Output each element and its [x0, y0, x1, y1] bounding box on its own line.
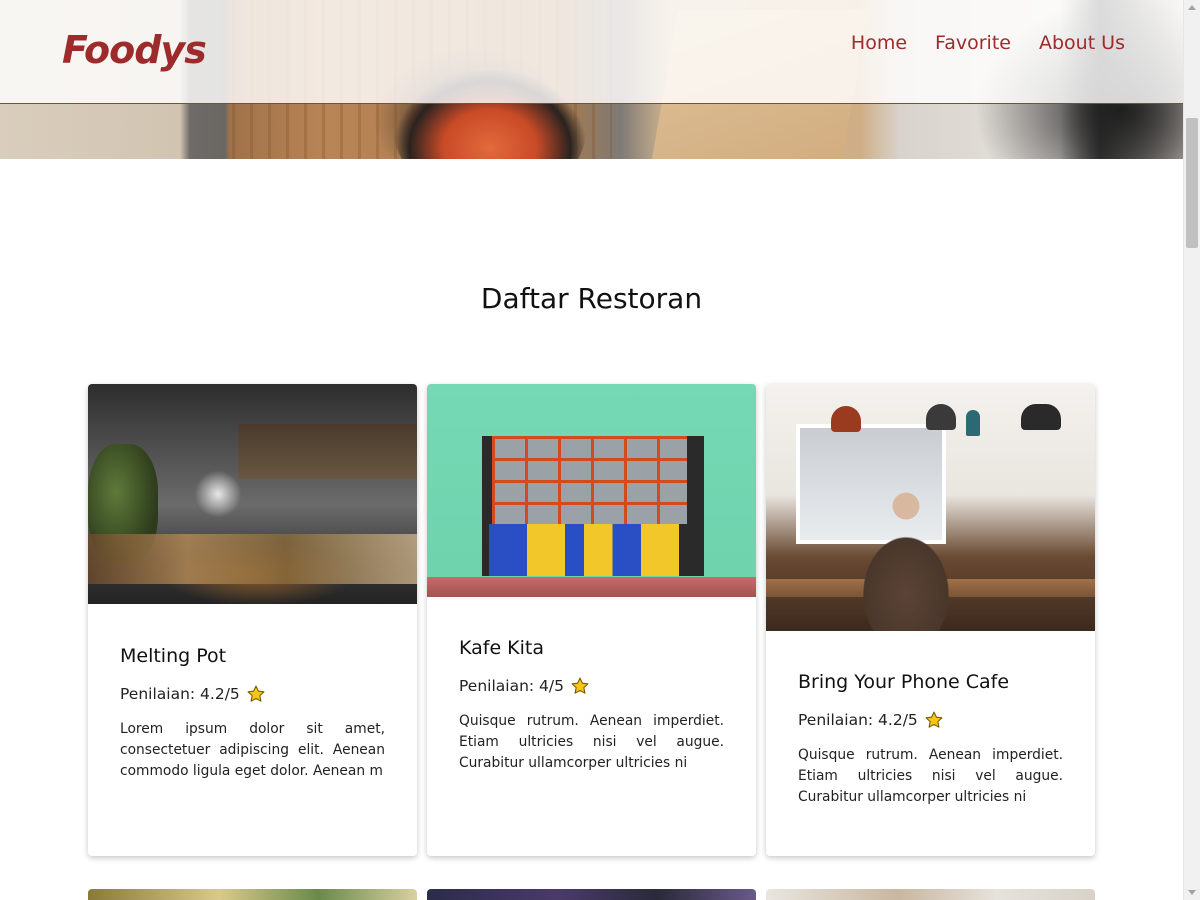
image-lamp	[831, 406, 861, 432]
restaurant-card-next[interactable]	[766, 889, 1095, 900]
nav-link-favorite[interactable]: Favorite	[935, 32, 1011, 54]
nav-links: Home Favorite About Us	[851, 32, 1125, 54]
vertical-scrollbar[interactable]	[1183, 0, 1200, 900]
restaurant-description: Lorem ipsum dolor sit amet, consectetuer…	[120, 721, 385, 779]
restaurant-card-next[interactable]	[427, 889, 756, 900]
image-counter	[88, 534, 417, 584]
image-lamp	[966, 410, 980, 436]
star-icon	[571, 677, 589, 694]
restaurant-image	[88, 384, 417, 604]
restaurant-image	[766, 384, 1095, 631]
image-person	[846, 484, 966, 631]
image-lamp	[926, 404, 956, 430]
image-shelf	[238, 424, 417, 479]
restaurant-rating: Penilaian: 4/5	[459, 674, 724, 698]
restaurant-rating: Penilaian: 4.2/5	[120, 682, 385, 706]
restaurant-card[interactable]: Bring Your Phone Cafe Penilaian: 4.2/5 Q…	[766, 384, 1095, 856]
nav-link-about-us[interactable]: About Us	[1039, 32, 1125, 54]
navbar: Foodys Home Favorite About Us	[0, 0, 1183, 104]
image-panels	[489, 524, 679, 576]
rating-text: Penilaian: 4.2/5	[120, 685, 240, 703]
scroll-down-arrow-icon[interactable]	[1188, 890, 1196, 895]
image-lamp	[1021, 404, 1061, 430]
card-body: Bring Your Phone Cafe Penilaian: 4.2/5 Q…	[766, 631, 1095, 808]
card-body: Melting Pot Penilaian: 4.2/5 Lorem ipsum…	[88, 604, 417, 782]
star-icon	[247, 685, 265, 702]
brand-logo[interactable]: Foodys	[62, 28, 207, 72]
nav-link-home[interactable]: Home	[851, 32, 907, 54]
restaurant-rating: Penilaian: 4.2/5	[798, 708, 1063, 732]
scroll-thumb[interactable]	[1186, 118, 1198, 248]
rating-text: Penilaian: 4/5	[459, 677, 564, 695]
restaurant-card-next[interactable]	[88, 889, 417, 900]
star-icon	[925, 711, 943, 728]
restaurant-name[interactable]: Melting Pot	[120, 644, 385, 668]
restaurant-description: Quisque rutrum. Aenean imperdiet. Etiam …	[459, 713, 724, 771]
restaurant-name[interactable]: Bring Your Phone Cafe	[798, 670, 1063, 694]
rating-text: Penilaian: 4.2/5	[798, 711, 918, 729]
restaurant-card[interactable]: Melting Pot Penilaian: 4.2/5 Lorem ipsum…	[88, 384, 417, 856]
restaurant-card[interactable]: Kafe Kita Penilaian: 4/5 Quisque rutrum.…	[427, 384, 756, 856]
section-title: Daftar Restoran	[480, 282, 703, 315]
restaurant-name[interactable]: Kafe Kita	[459, 636, 724, 660]
restaurant-description: Quisque rutrum. Aenean imperdiet. Etiam …	[798, 747, 1063, 805]
image-windows	[492, 436, 687, 524]
card-body: Kafe Kita Penilaian: 4/5 Quisque rutrum.…	[427, 597, 756, 774]
image-sill	[427, 577, 756, 597]
scroll-up-arrow-icon[interactable]	[1188, 5, 1196, 10]
restaurant-image	[427, 384, 756, 597]
